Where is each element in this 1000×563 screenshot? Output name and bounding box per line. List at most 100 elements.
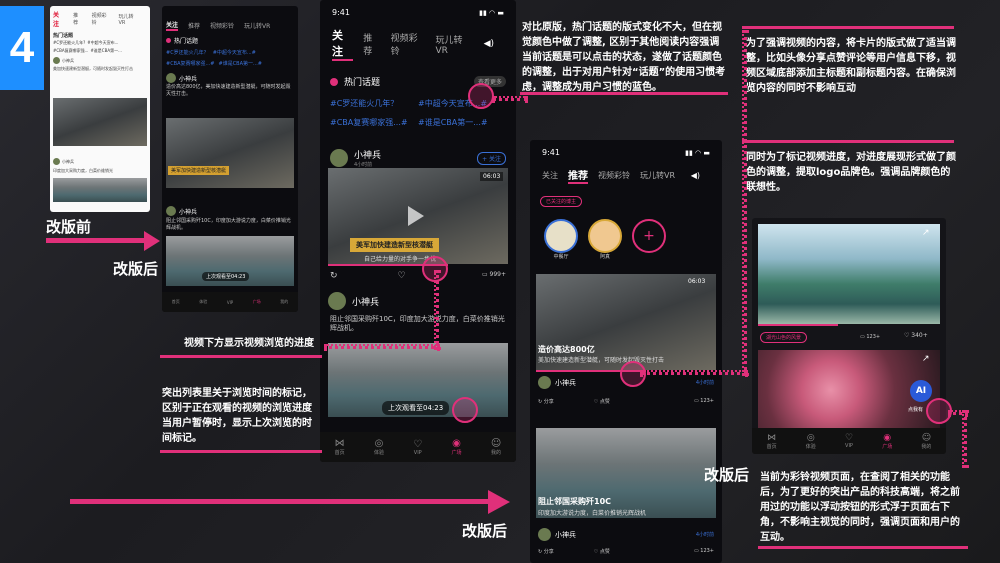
s-post-text: 造价高达800亿，美加快速建造新型潜艇，可随时发起毁灭性打击。 <box>166 84 291 97</box>
nav-home[interactable]: ⋈ 首页 <box>767 433 777 450</box>
sound-icon[interactable]: ◀) <box>484 39 494 49</box>
s-tab-ringtone[interactable]: 视频彩铃 <box>210 21 234 30</box>
avatar[interactable] <box>588 219 622 253</box>
highlight-ring <box>468 83 494 109</box>
avatar[interactable] <box>166 73 176 83</box>
topic-1[interactable]: #C罗还能火几年？ <box>330 98 418 109</box>
nav-experience[interactable]: ◎ 体验 <box>374 438 384 456</box>
add-follow-icon[interactable]: + <box>632 219 666 253</box>
old-video-thumb-2[interactable] <box>53 178 147 202</box>
old-tab-vr[interactable]: 玩儿转VR <box>119 13 138 26</box>
like-icon[interactable]: ♡ <box>398 271 406 281</box>
nav-mine[interactable]: ☺ 我的 <box>921 433 931 450</box>
card1-user: 小神兵 <box>555 378 576 387</box>
like-button[interactable]: ♡ 点赞 <box>594 548 610 555</box>
old-tab-ringtone[interactable]: 视频彩铃 <box>92 12 109 26</box>
nav-square[interactable]: ◉ 广场 <box>452 438 462 456</box>
card2-sub: 印度加大游说力度，白菜价推销光辉战机 <box>538 510 647 517</box>
s-tab-follow[interactable]: 关注 <box>166 20 179 31</box>
share-button[interactable]: ↻ 分享 <box>538 548 554 555</box>
ai-float-button[interactable]: AI <box>910 380 932 402</box>
avatar[interactable] <box>538 528 551 541</box>
nav-square[interactable]: ◉ 广场 <box>882 433 892 450</box>
old-tab-follow[interactable]: 关注 <box>53 10 63 28</box>
topic-3[interactable]: #CBA复赛哪家强...# <box>330 117 418 128</box>
s-tab-recommend[interactable]: 推荐 <box>188 21 200 30</box>
ai-label: 点我有 <box>908 407 924 413</box>
old-user: 小神兵 <box>62 57 74 63</box>
card1-sub: 美加快速建造新型潜艇，可随时发起毁灭性打击 <box>538 357 665 364</box>
nav-vip[interactable]: ♡ VIP <box>413 439 422 456</box>
nav-square[interactable]: 广场 <box>253 299 261 305</box>
old-topic[interactable]: #中超今天宣布... <box>87 40 118 46</box>
share-button[interactable]: ↻ 分享 <box>538 398 554 405</box>
tab-ringtone[interactable]: 视频彩铃 <box>598 170 630 181</box>
tab-follow[interactable]: 关注 <box>542 170 558 181</box>
status-time: 9:41 <box>542 148 560 157</box>
avatar[interactable] <box>330 149 348 167</box>
card2-title: 阻止邻国采购歼10C <box>538 497 612 506</box>
divider <box>520 92 728 95</box>
comment-button[interactable]: ▭ 123+ <box>694 398 714 405</box>
like-button[interactable]: ♡ 点赞 <box>594 398 610 405</box>
topic-4[interactable]: #谁是CBA第一...# <box>418 117 506 128</box>
divider <box>742 26 954 29</box>
old-topic[interactable]: #CBA复赛哪家强... <box>53 48 88 54</box>
play-icon[interactable] <box>408 206 424 226</box>
card1-duration: 06:03 <box>688 278 706 285</box>
post1-time: 4小时前 <box>354 162 373 168</box>
old-topic[interactable]: #C罗还能火几年? <box>53 40 85 46</box>
landscape-video[interactable] <box>758 224 940 324</box>
video-badge[interactable]: 湖光山色的风景 <box>760 332 808 343</box>
followed-pill[interactable]: 已关注的博主 <box>540 196 583 207</box>
nav-home[interactable]: 首页 <box>172 299 180 305</box>
divider <box>160 355 322 358</box>
share-icon[interactable]: ↻ <box>330 271 338 281</box>
avatar[interactable] <box>544 219 578 253</box>
nav-mine[interactable]: ☺ 我的 <box>491 438 501 456</box>
s-topic[interactable]: #CBA复赛哪家强...# <box>166 60 215 67</box>
nav-home[interactable]: ⋈ 首页 <box>335 438 345 456</box>
tab-vr[interactable]: 玩儿转VR <box>640 170 675 181</box>
nav-experience[interactable]: 体验 <box>199 299 207 305</box>
old-user-2: 小神兵 <box>62 158 74 164</box>
tab-ringtone[interactable]: 视频彩铃 <box>391 31 426 57</box>
nav-vip[interactable]: ♡ VIP <box>845 433 853 449</box>
arrow-shaft <box>46 238 146 243</box>
nav-mine[interactable]: 我的 <box>280 299 288 305</box>
old-hot-title: 热门话题 <box>53 33 74 39</box>
old-tab-recommend[interactable]: 推荐 <box>73 12 81 26</box>
post2-text: 阻止邻国采购歼10C，印度加大游说力度，白菜价推销光辉战机。 <box>330 315 505 333</box>
comment-icon[interactable]: ▭ 999+ <box>482 271 506 281</box>
old-topic[interactable]: #谁是CBA第一... <box>90 48 121 54</box>
avatar[interactable] <box>328 292 346 310</box>
connector <box>434 270 439 350</box>
nav-vip[interactable]: VIP <box>227 300 233 305</box>
tab-recommend[interactable]: 推荐 <box>568 167 588 184</box>
avatar[interactable] <box>538 376 551 389</box>
like-button[interactable]: ♡ 340+ <box>904 332 928 339</box>
s-topic[interactable]: #中超今天宣布...# <box>213 49 256 56</box>
avatar[interactable] <box>53 57 60 64</box>
connector <box>742 30 747 376</box>
comment-button[interactable]: ▭ 123+ <box>694 548 714 555</box>
tab-follow[interactable]: 关注 <box>332 27 354 61</box>
s-tab-vr[interactable]: 玩儿转VR <box>244 21 270 30</box>
share-icon[interactable]: ↗ <box>922 354 930 364</box>
old-video-thumb[interactable] <box>53 98 147 146</box>
s-video[interactable] <box>166 118 294 188</box>
label-after-3: 改版后 <box>704 466 750 484</box>
highlight-ring <box>452 397 478 423</box>
s-topic[interactable]: #谁是CBA第一...# <box>219 60 263 67</box>
avatar[interactable] <box>53 158 60 165</box>
tab-vr[interactable]: 玩儿转VR <box>435 33 473 56</box>
nav-experience[interactable]: ◎ 体验 <box>806 433 816 450</box>
share-icon[interactable]: ↗ <box>922 228 930 238</box>
avatar[interactable] <box>166 206 176 216</box>
sound-icon[interactable]: ◀) <box>691 171 700 180</box>
s-topic[interactable]: #C罗还能火几年？ <box>166 49 209 56</box>
follow-button[interactable]: + 关注 <box>477 151 506 165</box>
comment-button[interactable]: ▭ 123+ <box>860 334 880 340</box>
tab-recommend[interactable]: 推荐 <box>363 31 380 57</box>
annotation-progress-color: 同时为了标记视频进度，对进度展现形式做了颜色的调整，提取logo品牌色。强调品牌… <box>746 152 956 193</box>
